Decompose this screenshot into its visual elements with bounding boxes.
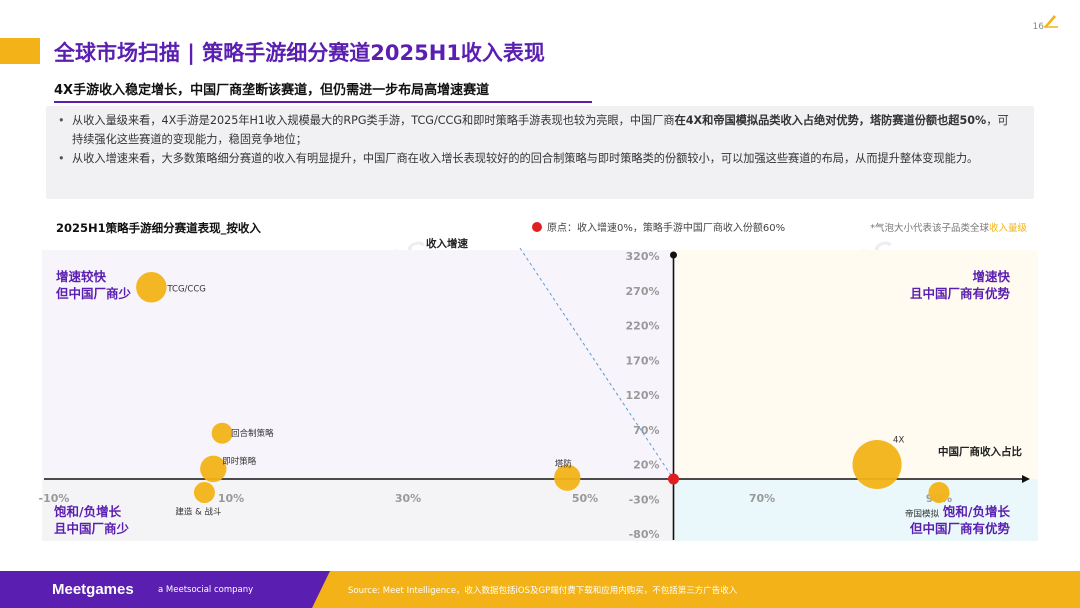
- origin-legend-text: 原点：收入增速0%，策略手游中国厂商收入份额60%: [547, 221, 785, 234]
- quadrant-line: 且中国厂商有优势: [909, 286, 1010, 301]
- x-tick-label: 10%: [218, 492, 244, 505]
- quadrant-label-bottom-left: 饱和/负增长 且中国厂商少: [54, 503, 129, 537]
- y-tick-label: 270%: [626, 285, 660, 298]
- y-tick-label: 70%: [633, 424, 659, 437]
- quadrant-line: 增速较快: [56, 269, 107, 284]
- quadrant-label-top-left: 增速较快 但中国厂商少: [56, 268, 131, 302]
- bubble-: [211, 422, 233, 444]
- y-tick-label: -80%: [629, 528, 660, 541]
- y-tick-label: 320%: [626, 250, 660, 263]
- quadrant-line: 增速快: [972, 269, 1010, 284]
- footer-tagline: a Meetsocial company: [158, 585, 254, 595]
- bubble-label: 建造 & 战斗: [175, 507, 222, 518]
- origin-legend-marker: [532, 222, 542, 232]
- quadrant-line: 饱和/负增长: [54, 504, 122, 519]
- bubble-tcgccg: [136, 272, 167, 303]
- y-tick-label: 170%: [626, 354, 660, 367]
- bubble-label: TCG/CCG: [166, 284, 206, 294]
- footer-logo: Meetgames: [52, 581, 134, 598]
- bubble-label: 即时策略: [222, 456, 257, 467]
- slide: 16 全球市场扫描 | 策略手游细分赛道2025H1收入表现 4X手游收入稳定增…: [0, 0, 1080, 608]
- y-tick-label: 20%: [633, 459, 659, 472]
- y-tick-label: 220%: [626, 320, 660, 333]
- y-axis-label: 收入增速: [426, 237, 468, 250]
- y-tick-label: -30%: [629, 493, 660, 506]
- quadrant-bg-bottom-left: [42, 479, 674, 541]
- bubble-4x: [852, 439, 902, 490]
- quadrant-label-bottom-right: 饱和/负增长 但中国厂商有优势: [910, 503, 1010, 537]
- bubble-label: 回合制策略: [231, 428, 274, 439]
- bubble-label: 塔防: [555, 459, 573, 470]
- quadrant-line: 但中国厂商有优势: [909, 521, 1010, 536]
- footer-source: Source: Meet Intelligence，收入数据包括iOS及GP端付…: [348, 586, 738, 596]
- bubble-: [193, 482, 215, 503]
- y-axis-top-dot: [670, 251, 677, 259]
- bubble-size-note: *气泡大小代表该子品类全球收入量级: [870, 222, 1027, 234]
- bubble-: [928, 482, 950, 503]
- footer: Meetgames a Meetsocial company Source: M…: [0, 571, 1080, 608]
- x-axis-label: 中国厂商收入占比: [938, 445, 1022, 458]
- x-tick-label: 70%: [749, 492, 775, 505]
- quadrant-line: 且中国厂商少: [54, 521, 130, 536]
- y-tick-label: 120%: [626, 389, 660, 402]
- quadrant-line: 饱和/负增长: [942, 504, 1010, 519]
- x-tick-label: 50%: [572, 492, 598, 505]
- quadrant-label-top-right: 增速快 且中国厂商有优势: [910, 268, 1010, 302]
- bubble-label: 4X: [893, 436, 904, 446]
- origin-point: [668, 473, 679, 485]
- x-tick-label: 30%: [395, 492, 421, 505]
- quadrant-line: 但中国厂商少: [56, 286, 132, 301]
